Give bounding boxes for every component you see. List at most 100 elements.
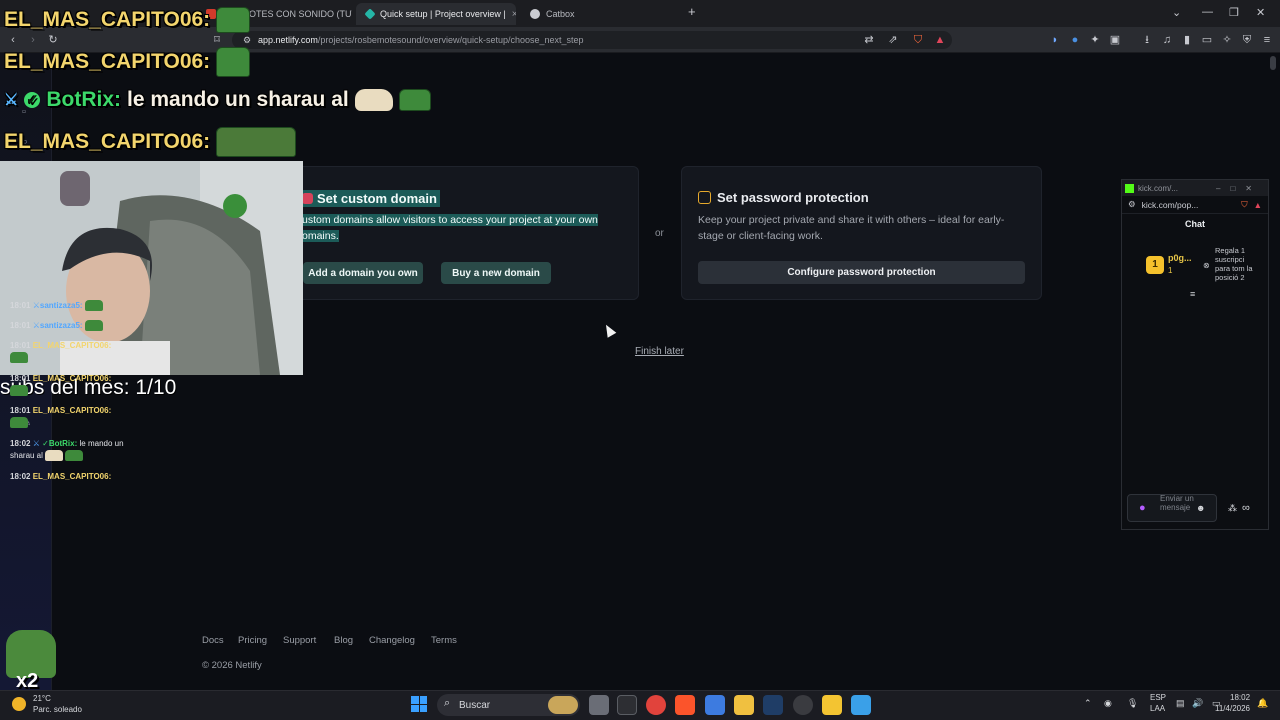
custom-domain-desc: ustom domains allow visitors to access y… bbox=[302, 212, 614, 244]
download-icon[interactable]: ⭳ bbox=[1140, 33, 1154, 47]
kick-chat-header: Chat bbox=[1185, 219, 1205, 229]
new-tab-button[interactable]: + bbox=[688, 4, 696, 19]
settings-icon[interactable]: ⁂ bbox=[1228, 503, 1237, 514]
footer-support-link[interactable]: Support bbox=[283, 635, 316, 646]
buy-domain-label: Buy a new domain bbox=[452, 267, 540, 279]
buy-domain-button[interactable]: Buy a new domain bbox=[441, 262, 551, 284]
bookmark-icon[interactable]: ⌑ bbox=[210, 33, 224, 47]
badge-icon: ⚔ bbox=[32, 439, 40, 448]
file-explorer-icon[interactable] bbox=[734, 695, 754, 715]
custom-domain-title-text: Set custom domain bbox=[317, 191, 437, 206]
tab-quick-setup[interactable]: Quick setup | Project overview | × bbox=[356, 3, 516, 25]
start-button[interactable] bbox=[411, 696, 427, 712]
maximize-button[interactable]: ❐ bbox=[1229, 6, 1239, 19]
pinned-icon: ≡ bbox=[1190, 289, 1196, 299]
extension-icon[interactable]: ● bbox=[1068, 33, 1082, 47]
close-window-button[interactable]: ✕ bbox=[1256, 6, 1265, 19]
brave-rewards-icon[interactable]: ▲ bbox=[1254, 200, 1268, 210]
pepe-emote bbox=[10, 417, 28, 429]
sidebar-icon[interactable]: ▮ bbox=[1180, 33, 1194, 47]
extension-icon[interactable]: ◗ bbox=[1048, 33, 1062, 47]
clock-date[interactable]: 11/4/2026 bbox=[1215, 704, 1250, 713]
tab-catbox[interactable]: Catbox bbox=[520, 3, 680, 25]
weather-icon[interactable] bbox=[12, 697, 26, 711]
overlay-username: EL_MAS_CAPITO06: bbox=[4, 50, 211, 73]
scrollbar[interactable] bbox=[1270, 56, 1276, 70]
app-icon[interactable] bbox=[822, 695, 842, 715]
tray-overflow-icon[interactable]: ⌃ bbox=[1084, 698, 1092, 709]
forward-icon[interactable]: › bbox=[26, 33, 40, 47]
notepad-icon[interactable] bbox=[851, 695, 871, 715]
clock-time[interactable]: 18:02 bbox=[1230, 693, 1250, 702]
network-icon[interactable]: ▤ bbox=[1176, 698, 1185, 709]
add-domain-label: Add a domain you own bbox=[308, 267, 418, 279]
add-domain-button[interactable]: Add a domain you own bbox=[303, 262, 423, 284]
catbox-icon bbox=[530, 9, 540, 19]
chat-message: 18:01 EL_MAS_CAPITO06: bbox=[10, 373, 138, 397]
pepe-emote bbox=[84, 320, 103, 332]
password-title: Set password protection bbox=[698, 190, 869, 205]
search-icon: ⌕ bbox=[444, 697, 451, 709]
finish-later-link[interactable]: Finish later bbox=[635, 346, 684, 357]
steam-icon[interactable] bbox=[763, 695, 783, 715]
epic-games-icon[interactable] bbox=[617, 695, 637, 715]
translate-icon[interactable]: ⇄ bbox=[862, 33, 876, 47]
menu-icon[interactable]: ≡ bbox=[1260, 33, 1274, 47]
vpn-icon[interactable]: ⛨ bbox=[1240, 33, 1254, 47]
store-icon[interactable] bbox=[705, 695, 725, 715]
language-indicator[interactable]: ESP bbox=[1150, 693, 1166, 702]
chat-message: 18:01 ⚔santizaza5: bbox=[10, 300, 138, 312]
footer-pricing-link[interactable]: Pricing bbox=[238, 635, 267, 646]
brave-rewards-icon[interactable]: ▲ bbox=[933, 33, 947, 47]
share-icon[interactable]: ⇗ bbox=[886, 33, 900, 47]
brave-shields-icon[interactable]: ⛉ bbox=[911, 33, 925, 47]
chat-user: santizaza5: bbox=[39, 301, 83, 310]
back-icon[interactable]: ‹ bbox=[6, 33, 20, 47]
wallet-icon[interactable]: ▭ bbox=[1200, 33, 1214, 47]
chat-message: 18:02 EL_MAS_CAPITO06: bbox=[10, 471, 138, 483]
kick-titlebar: kick.com/... –□✕ bbox=[1122, 180, 1268, 196]
tab-search-icon[interactable]: ⌄ bbox=[1172, 6, 1181, 19]
emoji-icon[interactable]: ☻ bbox=[1196, 503, 1205, 513]
brave-icon[interactable] bbox=[675, 695, 695, 715]
close-icon[interactable]: × bbox=[512, 9, 516, 20]
chat-user: BotRix: bbox=[48, 439, 78, 448]
mic-icon[interactable]: ● bbox=[1139, 502, 1146, 514]
gift-icon: ⊗ bbox=[1203, 261, 1210, 270]
url-path: /projects/rosbemotesound/overview/quick-… bbox=[317, 35, 584, 45]
kick-logo-icon bbox=[1125, 183, 1134, 193]
url-field[interactable]: app.netlify.com/projects/rosbemotesound/… bbox=[232, 31, 952, 49]
pepe-emote bbox=[84, 300, 103, 312]
extensions-icon[interactable]: ✦ bbox=[1088, 33, 1102, 47]
footer-docs-link[interactable]: Docs bbox=[202, 635, 224, 646]
chat-time: 18:02 bbox=[10, 439, 31, 448]
site-info-icon[interactable]: ⚙ bbox=[240, 33, 254, 47]
chat-user: EL_MAS_CAPITO06: bbox=[32, 472, 112, 481]
footer-changelog-link[interactable]: Changelog bbox=[369, 635, 415, 646]
media-icon[interactable]: ♫ bbox=[1160, 33, 1174, 47]
notifications-icon[interactable]: 🔔 bbox=[1257, 698, 1268, 709]
leo-icon[interactable]: ✧ bbox=[1220, 33, 1234, 47]
minimize-button[interactable]: — bbox=[1202, 6, 1213, 18]
footer-blog-link[interactable]: Blog bbox=[334, 635, 353, 646]
brave-shields-icon[interactable]: ⛉ bbox=[1241, 199, 1247, 210]
badge-icon: ⚔ bbox=[32, 321, 40, 330]
extension-icon[interactable]: ▣ bbox=[1108, 33, 1122, 47]
chat-message: 18:02 ⚔ ✓BotRix: le mando un sharau al bbox=[10, 438, 138, 462]
overlay-username: EL_MAS_CAPITO06: bbox=[4, 130, 211, 153]
chrome-icon[interactable] bbox=[646, 695, 666, 715]
site-info-icon[interactable]: ⚙ bbox=[1128, 199, 1136, 210]
mouse-cursor bbox=[601, 322, 617, 338]
chat-user: EL_MAS_CAPITO06: bbox=[32, 406, 112, 415]
volume-icon[interactable]: 🔊 bbox=[1192, 698, 1203, 709]
window-controls[interactable]: –□✕ bbox=[1216, 184, 1268, 193]
mic-icon[interactable]: 🎙 bbox=[1127, 698, 1138, 709]
discord-icon[interactable]: ◉ bbox=[1104, 698, 1112, 709]
gift-rank-badge: 1 bbox=[1146, 256, 1164, 274]
reload-icon[interactable]: ↻ bbox=[46, 33, 60, 47]
task-view-icon[interactable] bbox=[589, 695, 609, 715]
infinity-icon[interactable]: ∞ bbox=[1242, 502, 1250, 514]
obs-icon[interactable] bbox=[793, 695, 813, 715]
footer-terms-link[interactable]: Terms bbox=[431, 635, 457, 646]
configure-password-button[interactable]: Configure password protection bbox=[698, 261, 1025, 284]
